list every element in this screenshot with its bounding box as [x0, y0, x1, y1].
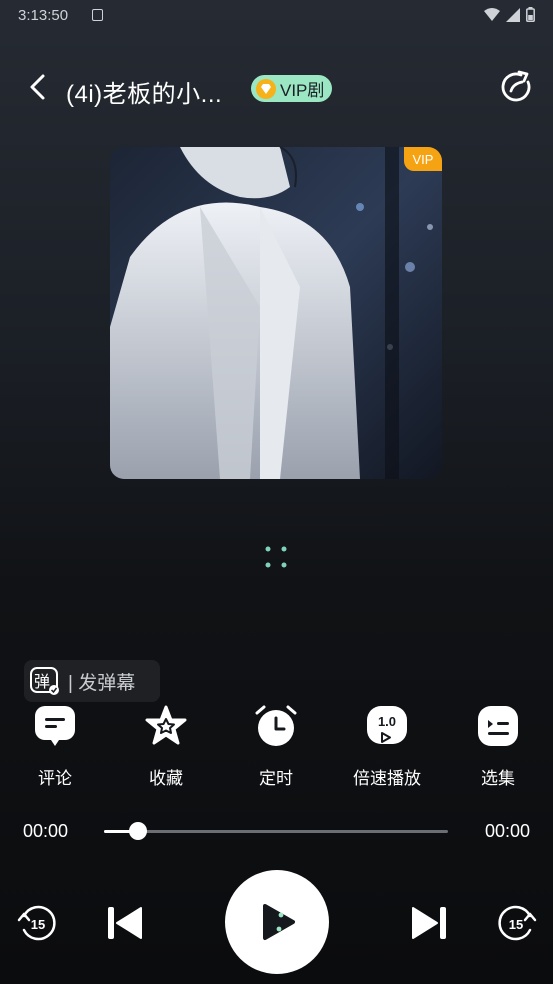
progress-thumb[interactable] — [129, 822, 148, 840]
playback-speed-button[interactable]: 1.0 倍速播放 — [332, 704, 442, 789]
episode-title: (4i)老板的小... — [66, 81, 223, 108]
status-icons — [484, 7, 535, 22]
progress-track[interactable] — [104, 822, 448, 840]
timer-label: 定时 — [259, 769, 293, 788]
notification-icon — [92, 9, 103, 21]
speed-value: 1.0 — [378, 714, 396, 729]
forward-15-button[interactable]: 15 — [496, 902, 538, 944]
episode-list-button[interactable]: 选集 — [443, 704, 553, 789]
status-time: 3:13:50 — [18, 7, 69, 24]
rewind-15-button[interactable]: 15 — [16, 902, 58, 944]
lyrics-toggle-icon[interactable] — [264, 545, 290, 571]
back-icon[interactable] — [24, 72, 54, 102]
comment-icon — [33, 704, 77, 748]
forward-seconds: 15 — [509, 917, 523, 932]
comment-label: 评论 — [38, 769, 72, 788]
total-time: 00:00 — [484, 821, 530, 841]
alarm-clock-icon — [254, 704, 298, 748]
progress-section: 00:00 00:00 — [0, 815, 553, 849]
timer-button[interactable]: 定时 — [221, 704, 331, 789]
star-icon — [144, 704, 188, 748]
episode-list-icon — [476, 704, 520, 748]
play-icon — [263, 904, 295, 940]
rewind-icon: 15 — [17, 905, 56, 941]
previous-icon — [108, 907, 142, 939]
forward-icon: 15 — [498, 905, 537, 941]
favorite-button[interactable]: 收藏 — [111, 704, 221, 789]
favorite-label: 收藏 — [149, 769, 183, 788]
signal-icon — [506, 7, 520, 22]
danmaku-label: | 发弹幕 — [68, 672, 136, 694]
wifi-icon — [484, 7, 500, 21]
vip-tag: VIP — [404, 147, 442, 171]
speed-icon: 1.0 — [365, 704, 409, 748]
comment-button[interactable]: 评论 — [0, 704, 110, 789]
speed-label: 倍速播放 — [353, 769, 421, 788]
previous-button[interactable] — [104, 903, 146, 943]
playback-controls: 15 15 — [0, 870, 553, 974]
next-button[interactable] — [408, 903, 450, 943]
play-button[interactable] — [225, 870, 329, 974]
episode-list-label: 选集 — [481, 769, 515, 788]
next-icon — [412, 907, 446, 939]
send-danmaku-button[interactable]: 弹 | 发弹幕 — [24, 660, 160, 702]
rewind-seconds: 15 — [31, 917, 45, 932]
action-row: 评论 收藏 定时 1.0 倍速播放 选集 — [0, 704, 553, 794]
battery-icon — [526, 7, 535, 22]
danmaku-icon-char: 弹 — [34, 672, 50, 691]
danmaku-icon: 弹 — [30, 667, 59, 695]
share-icon[interactable] — [499, 70, 533, 104]
vip-drama-badge: VIP剧 — [251, 75, 333, 102]
current-time: 00:00 — [23, 821, 69, 841]
cover-illustration — [110, 147, 442, 479]
top-bar: (4i)老板的小... VIP剧 — [0, 60, 553, 120]
status-bar: 3:13:50 — [0, 0, 553, 32]
vip-badge-label: VIP剧 — [280, 81, 325, 100]
cover-image: VIP — [110, 147, 442, 479]
diamond-icon — [256, 78, 276, 99]
